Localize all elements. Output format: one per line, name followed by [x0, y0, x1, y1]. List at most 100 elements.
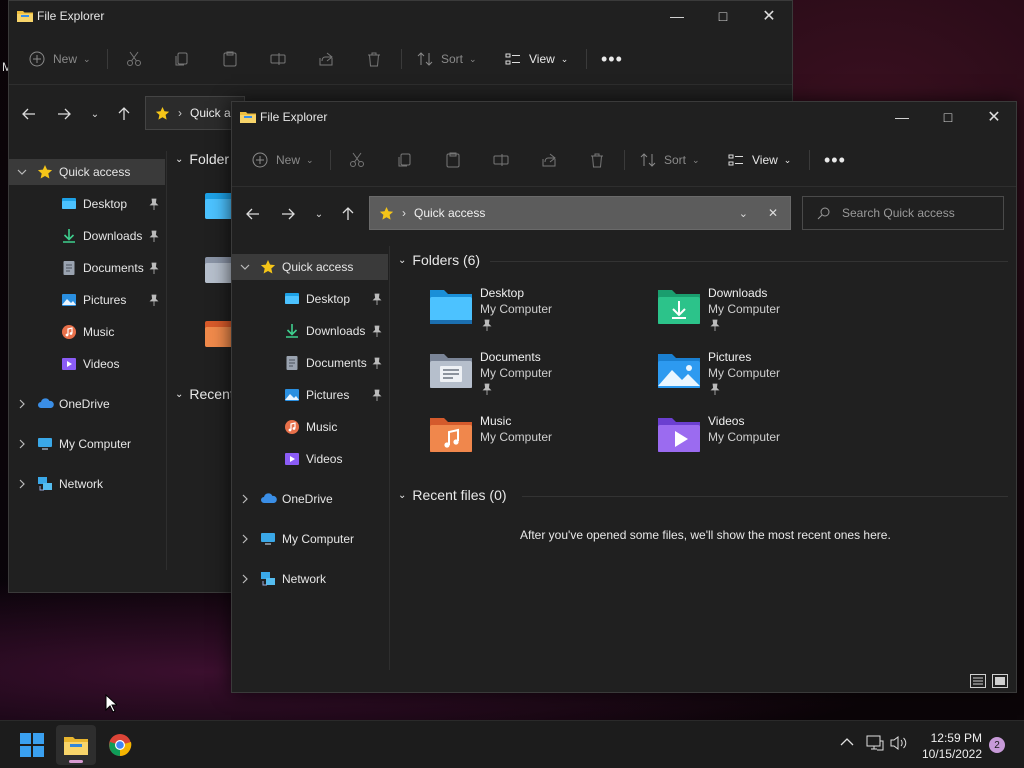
sort-button[interactable]: Sort ⌄	[640, 148, 700, 172]
sidebar-item-downloads[interactable]: Downloads	[232, 318, 388, 344]
view-button[interactable]: View ⌄	[505, 47, 568, 71]
expand-chevron-right-icon[interactable]	[239, 493, 251, 505]
new-button[interactable]: New ⌄	[29, 47, 91, 71]
folder-tile-documents[interactable]: Documents My Computer	[428, 350, 648, 406]
title-bar[interactable]: File Explorer — □ ✕	[232, 102, 1016, 132]
up-button[interactable]	[112, 102, 136, 126]
sidebar-item-music[interactable]: Music	[9, 319, 165, 345]
folder-tile-downloads[interactable]: Downloads My Computer	[656, 286, 876, 342]
sidebar-item-videos[interactable]: Videos	[9, 351, 165, 377]
up-button[interactable]	[336, 202, 360, 226]
show-hidden-icons-button[interactable]	[840, 735, 854, 752]
sidebar-item-pictures[interactable]: Pictures	[9, 287, 165, 313]
expand-chevron-right-icon[interactable]	[16, 398, 28, 410]
clock[interactable]: 12:59 PM 10/15/2022	[922, 730, 982, 762]
file-explorer-window[interactable]: File Explorer — □ ✕ New ⌄ Sort ⌄ View ⌄ •••	[231, 101, 1017, 693]
large-icons-view-button[interactable]	[992, 674, 1008, 688]
address-bar[interactable]: › Quick access ⌄ ✕	[369, 196, 791, 230]
expand-chevron-down-icon[interactable]	[239, 261, 251, 273]
forward-button[interactable]	[52, 102, 76, 126]
window-title: File Explorer	[37, 9, 105, 23]
notification-badge[interactable]: 2	[989, 737, 1005, 753]
back-button[interactable]	[241, 202, 265, 226]
sidebar-item-network[interactable]: Network	[232, 566, 388, 592]
folder-tile-music[interactable]: Music My Computer	[428, 414, 648, 470]
file-explorer-taskbar-button[interactable]	[56, 725, 96, 765]
network-status-button[interactable]	[866, 735, 884, 754]
sidebar-item-documents[interactable]: Documents	[9, 255, 165, 281]
view-button[interactable]: View ⌄	[728, 148, 791, 172]
expand-chevron-right-icon[interactable]	[16, 478, 28, 490]
cut-button[interactable]	[126, 47, 142, 71]
folder-tile-desktop[interactable]: Desktop My Computer	[428, 286, 648, 342]
sidebar-item-my-computer[interactable]: My Computer	[9, 431, 165, 457]
recent-locations-button[interactable]: ⌄	[307, 202, 331, 226]
details-view-button[interactable]	[970, 674, 986, 688]
sidebar-item-pictures[interactable]: Pictures	[232, 382, 388, 408]
expand-chevron-right-icon[interactable]	[239, 573, 251, 585]
chevron-up-icon	[840, 738, 854, 746]
delete-button[interactable]	[589, 148, 605, 172]
expand-chevron-right-icon[interactable]	[239, 533, 251, 545]
close-button[interactable]: ✕	[971, 102, 1016, 132]
sidebar-item-network[interactable]: Network	[9, 471, 165, 497]
sidebar-item-desktop[interactable]: Desktop	[9, 191, 165, 217]
rename-button[interactable]	[270, 47, 286, 71]
recent-locations-button[interactable]: ⌄	[83, 102, 107, 126]
music-icon	[61, 324, 77, 340]
paste-button[interactable]	[445, 148, 461, 172]
volume-button[interactable]	[890, 735, 908, 754]
start-button[interactable]	[12, 725, 52, 765]
expand-chevron-down-icon[interactable]	[16, 166, 28, 178]
search-box[interactable]: Search Quick access	[802, 196, 1004, 230]
sidebar-item-quick-access[interactable]: Quick access	[9, 159, 165, 185]
folder-tile-videos[interactable]: Videos My Computer	[656, 414, 876, 470]
cut-button[interactable]	[349, 148, 365, 172]
sidebar-item-onedrive[interactable]: OneDrive	[9, 391, 165, 417]
back-button[interactable]	[17, 102, 41, 126]
paste-button[interactable]	[222, 47, 238, 71]
share-button[interactable]	[318, 47, 334, 71]
new-button[interactable]: New ⌄	[252, 148, 314, 172]
recent-files-section-header[interactable]: ⌄ Recent files (0)	[398, 487, 507, 503]
close-button[interactable]: ✕	[746, 1, 792, 31]
windows-logo-icon	[20, 733, 44, 757]
minimize-button[interactable]: —	[879, 102, 925, 132]
sidebar-item-videos[interactable]: Videos	[232, 446, 388, 472]
rename-icon	[270, 53, 286, 65]
arrow-left-icon	[22, 108, 35, 120]
share-button[interactable]	[541, 148, 557, 172]
chrome-taskbar-button[interactable]	[100, 725, 140, 765]
copy-button[interactable]	[397, 148, 413, 172]
copy-button[interactable]	[174, 47, 190, 71]
folder-tile-pictures[interactable]: Pictures My Computer	[656, 350, 876, 406]
clear-address-icon[interactable]: ✕	[768, 206, 778, 220]
rename-button[interactable]	[493, 148, 509, 172]
maximize-button[interactable]: □	[925, 102, 971, 132]
more-options-button[interactable]: •••	[824, 148, 846, 172]
speaker-icon	[890, 736, 907, 750]
folders-section-header[interactable]: ⌄ Folder	[175, 151, 229, 167]
maximize-button[interactable]: □	[700, 1, 746, 31]
star-icon	[379, 206, 394, 220]
address-bar[interactable]: › Quick a	[145, 96, 245, 130]
delete-button[interactable]	[366, 47, 382, 71]
sidebar-item-my-computer[interactable]: My Computer	[232, 526, 388, 552]
address-dropdown-chevron-icon[interactable]: ⌄	[739, 207, 748, 220]
title-bar[interactable]: File Explorer — □ ✕	[9, 1, 792, 31]
sidebar-item-desktop[interactable]: Desktop	[232, 286, 388, 312]
more-options-button[interactable]: •••	[601, 47, 623, 71]
sidebar-item-onedrive[interactable]: OneDrive	[232, 486, 388, 512]
sidebar-item-quick-access[interactable]: Quick access	[232, 254, 388, 280]
recent-section-header[interactable]: ⌄ Recent	[175, 386, 234, 402]
sidebar-item-music[interactable]: Music	[232, 414, 388, 440]
chevron-down-icon: ⌄	[83, 53, 91, 64]
sidebar-item-documents[interactable]: Documents	[232, 350, 388, 376]
minimize-button[interactable]: —	[654, 1, 700, 31]
sort-button[interactable]: Sort ⌄	[417, 47, 477, 71]
expand-chevron-right-icon[interactable]	[16, 438, 28, 450]
forward-button[interactable]	[276, 202, 300, 226]
folders-section-header[interactable]: ⌄ Folders (6)	[398, 252, 480, 268]
sidebar-item-downloads[interactable]: Downloads	[9, 223, 165, 249]
sidebar-item-label: My Computer	[59, 437, 132, 451]
